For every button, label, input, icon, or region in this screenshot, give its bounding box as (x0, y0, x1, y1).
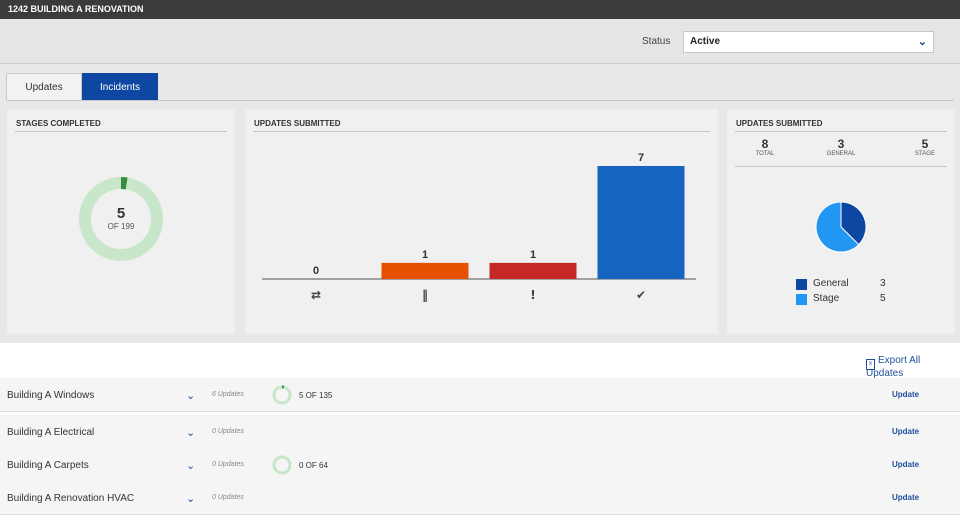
ring-track (272, 385, 292, 405)
updates-bar-chart: 0 ⇄ 1 ‖ 1! 7 ✔ (262, 152, 696, 302)
row-progress-ring (272, 385, 292, 405)
divider (735, 131, 947, 132)
summary-general: 3 GENERAL (826, 137, 856, 157)
update-link[interactable]: Update (892, 427, 919, 436)
row-name: Building A Renovation HVAC (7, 493, 135, 504)
stages-total: OF 199 (107, 222, 135, 231)
paused-icon: ‖ (422, 288, 428, 302)
ring-center: 5 OF 199 (78, 205, 164, 231)
divider (15, 131, 227, 132)
complete-icon: ✔ (636, 288, 646, 302)
bar-value-label: 7 (638, 152, 644, 164)
table-row[interactable]: Building A Electrical ⌄ 0 Updates Update (0, 415, 960, 449)
chevron-down-icon[interactable]: ⌄ (186, 389, 195, 402)
legend-swatch (796, 279, 807, 290)
row-stage-progress: 0 OF 64 (299, 461, 328, 470)
bar-value-label: 1 (530, 249, 536, 261)
row-progress-ring (272, 455, 292, 475)
status-label: Status (642, 36, 671, 47)
panel-title: STAGES COMPLETED (16, 119, 101, 128)
updates-pie-chart (815, 201, 867, 253)
stages-completed-count: 5 (116, 205, 126, 222)
chevron-down-icon: ⌄ (917, 36, 927, 48)
bar-paused (381, 262, 469, 279)
row-name: Building A Electrical (7, 427, 95, 438)
chevron-down-icon[interactable]: ⌄ (186, 459, 195, 472)
row-update-count: 0 Updates (212, 461, 244, 468)
table-row[interactable]: Building A Carpets ⌄ 0 Updates 0 OF 64 Updat… (0, 448, 960, 482)
table-row[interactable]: Building A Renovation HVAC ⌄ 0 Updates Upda… (0, 481, 960, 515)
bar-alert (489, 262, 577, 279)
legend-swatch (796, 294, 807, 305)
chevron-down-icon[interactable]: ⌄ (186, 492, 195, 505)
update-link[interactable]: Update (892, 390, 919, 399)
bar-complete (597, 166, 685, 279)
in-progress-icon: ⇄ (311, 288, 321, 302)
status-value: Active (690, 36, 721, 47)
table-row[interactable]: Building A Windows ⌄ 6 Updates 5 OF 135 Upda… (0, 378, 960, 412)
alert-icon: ! (530, 288, 535, 302)
updates-bar-panel: UPDATES SUBMITTED 0 ⇄ 1 ‖ 1! 7 ✔ (245, 109, 718, 334)
tab-updates[interactable]: Updates (6, 73, 82, 100)
summary-total: 8 TOTAL (755, 137, 775, 157)
updates-summary-panel: UPDATES SUBMITTED 8 TOTAL 3 GENERAL 5 ST… (727, 109, 955, 334)
tab-incidents[interactable]: Incidents (82, 73, 158, 100)
status-select[interactable]: Active ⌄ (683, 31, 934, 53)
ring-track (272, 455, 292, 475)
panel-title: UPDATES SUBMITTED (736, 119, 823, 128)
stages-completed-panel: STAGES COMPLETED 5 OF 199 (7, 109, 235, 334)
update-link[interactable]: Update (892, 460, 919, 469)
row-update-count: 0 Updates (212, 494, 244, 501)
row-update-count: 0 Updates (212, 428, 244, 435)
summary-counts: 8 TOTAL 3 GENERAL 5 STAGE (735, 137, 947, 167)
bar-value-label: 0 (313, 265, 319, 277)
row-name: Building A Windows (7, 390, 95, 401)
row-stage-progress: 5 OF 135 (299, 391, 333, 400)
bar-value-label: 1 (422, 249, 428, 261)
row-update-count: 6 Updates (212, 391, 244, 398)
row-name: Building A Carpets (7, 460, 89, 471)
chevron-down-icon[interactable]: ⌄ (186, 426, 195, 439)
page-title: 1242 BUILDING A RENOVATION (0, 0, 960, 19)
tab-bar: Updates Incidents (6, 65, 954, 101)
export-all-updates-link[interactable]: x Export All Updates (866, 355, 960, 379)
summary-stage: 5 STAGE (915, 137, 935, 157)
excel-file-icon: x (866, 359, 875, 370)
